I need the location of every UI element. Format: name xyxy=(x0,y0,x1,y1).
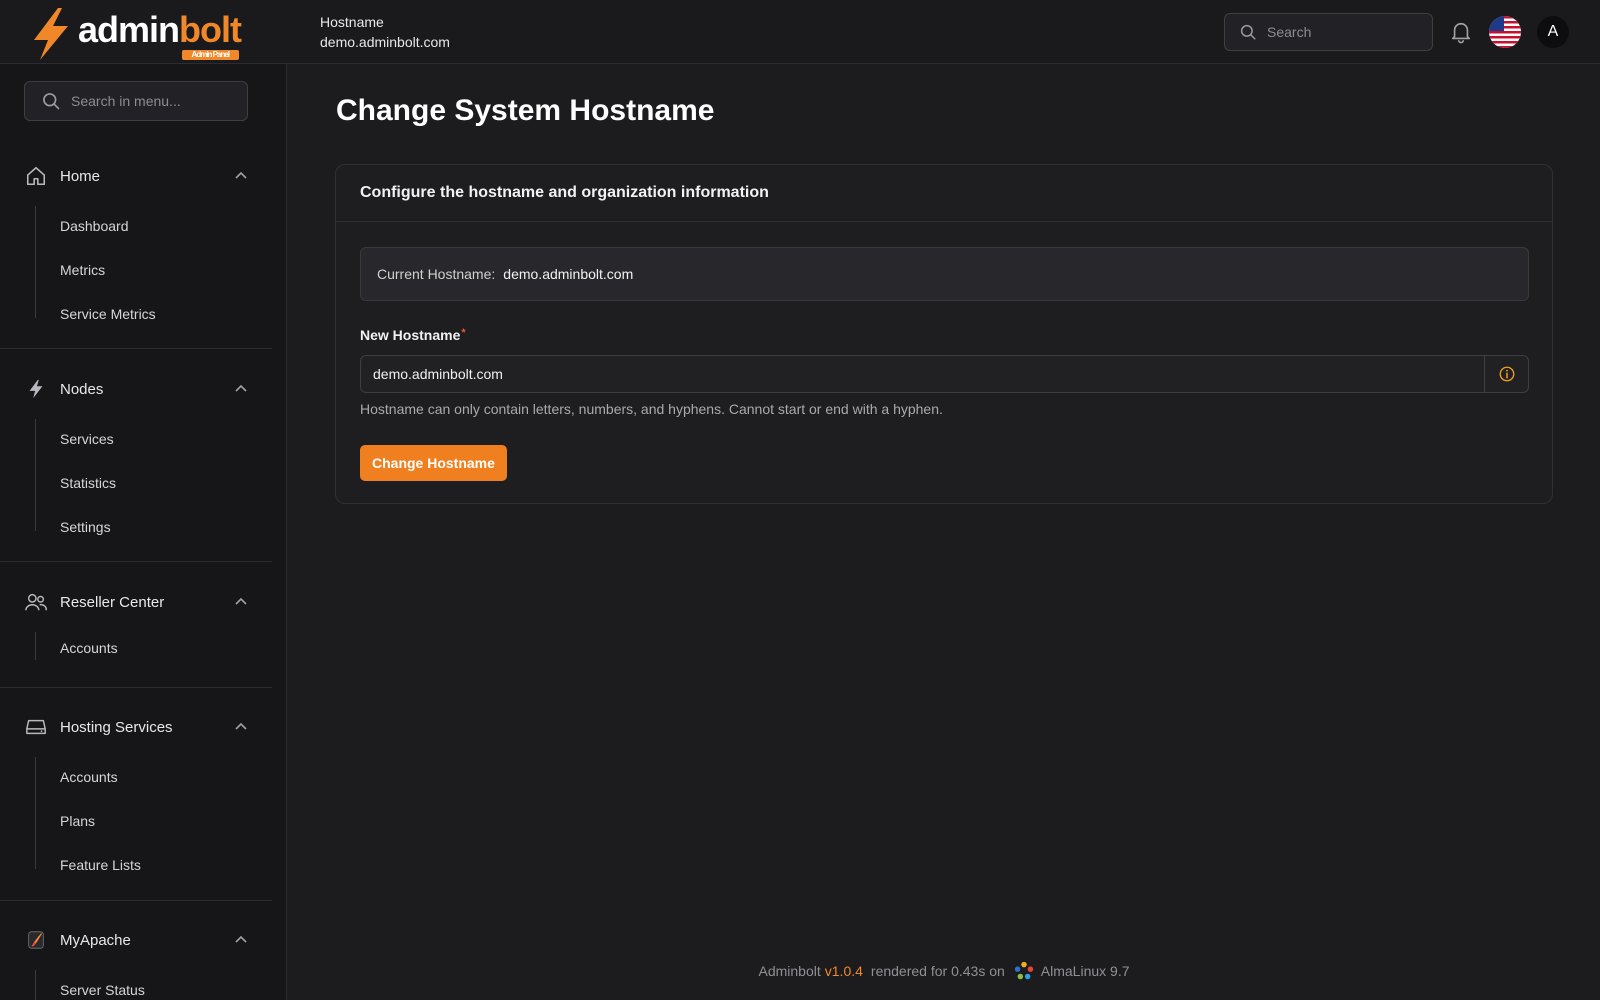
apache-feather-icon xyxy=(24,928,48,952)
search-icon xyxy=(43,93,60,110)
users-icon xyxy=(24,590,48,614)
avatar[interactable]: A xyxy=(1537,16,1569,48)
new-hostname-field xyxy=(360,355,1529,393)
nav-group-nodes-header[interactable]: Nodes xyxy=(24,375,248,403)
nav-tree-line xyxy=(35,206,36,318)
hostname-card: Configure the hostname and organization … xyxy=(335,164,1553,504)
current-hostname-label: Current Hostname: xyxy=(377,266,496,282)
sidebar-divider xyxy=(0,348,272,349)
chevron-up-icon[interactable] xyxy=(234,595,248,609)
header-context-value: demo.adminbolt.com xyxy=(320,34,450,50)
nav-tree-line xyxy=(35,970,36,1000)
header-context: Hostname demo.adminbolt.com xyxy=(320,12,450,52)
current-hostname-box: Current Hostname: demo.adminbolt.com xyxy=(360,247,1529,301)
sidebar-item-hosting-accounts[interactable]: Accounts xyxy=(60,767,118,787)
info-addon[interactable] xyxy=(1484,356,1528,392)
footer-brand: Adminbolt xyxy=(758,963,821,979)
sidebar-item-metrics[interactable]: Metrics xyxy=(60,260,105,280)
chevron-up-icon[interactable] xyxy=(234,720,248,734)
change-hostname-button[interactable]: Change Hostname xyxy=(360,445,507,481)
home-icon xyxy=(24,164,48,188)
sidebar-search-input[interactable] xyxy=(71,93,221,109)
bell-icon[interactable] xyxy=(1450,20,1472,44)
info-icon xyxy=(1499,366,1514,382)
sidebar-divider xyxy=(0,900,272,901)
sidebar-item-server-status[interactable]: Server Status xyxy=(60,980,145,1000)
brand-wordmark: adminbolt Admin Panel xyxy=(78,9,242,60)
nav-tree-line xyxy=(35,757,36,869)
sidebar-item-services[interactable]: Services xyxy=(60,429,114,449)
footer: Adminbolt v1.0.4 rendered for 0.43s on A… xyxy=(288,960,1600,982)
nav-tree-line xyxy=(35,419,36,531)
brand-badge: Admin Panel xyxy=(181,50,239,60)
bolt-logo-icon xyxy=(34,8,68,60)
new-hostname-label: New Hostname* xyxy=(360,327,466,343)
brand-name-part1: admin xyxy=(78,9,180,50)
nav-group-label: Home xyxy=(60,167,101,185)
global-search[interactable] xyxy=(1224,13,1433,51)
us-flag-icon[interactable] xyxy=(1489,16,1521,48)
card-heading: Configure the hostname and organization … xyxy=(336,165,1552,222)
chevron-up-icon[interactable] xyxy=(234,169,248,183)
top-bar: adminbolt Admin Panel Hostname demo.admi… xyxy=(0,0,1600,64)
sidebar: Home Dashboard Metrics Service Metrics N… xyxy=(0,64,287,1000)
new-hostname-input[interactable] xyxy=(361,356,1484,392)
sidebar-item-reseller-accounts[interactable]: Accounts xyxy=(60,638,118,658)
brand-logo[interactable]: adminbolt Admin Panel xyxy=(28,6,268,62)
sidebar-item-plans[interactable]: Plans xyxy=(60,811,95,831)
almalinux-icon xyxy=(1014,961,1033,980)
sidebar-item-statistics[interactable]: Statistics xyxy=(60,473,116,493)
nav-tree-line xyxy=(35,632,36,660)
header-context-label: Hostname xyxy=(320,14,384,30)
nav-group-label: Hosting Services xyxy=(60,718,173,736)
footer-os: AlmaLinux 9.7 xyxy=(1040,963,1130,979)
bolt-icon xyxy=(24,377,48,401)
server-icon xyxy=(24,715,48,739)
chevron-up-icon[interactable] xyxy=(234,382,248,396)
sidebar-divider xyxy=(0,561,272,562)
hostname-help-text: Hostname can only contain letters, numbe… xyxy=(360,401,943,417)
chevron-up-icon[interactable] xyxy=(234,933,248,947)
page-title: Change System Hostname xyxy=(336,94,715,127)
nav-group-home-header[interactable]: Home xyxy=(24,162,248,190)
new-hostname-label-text: New Hostname xyxy=(360,327,461,343)
sidebar-item-dashboard[interactable]: Dashboard xyxy=(60,216,129,236)
nav-group-label: MyApache xyxy=(60,931,131,949)
brand-name-part2: bolt xyxy=(179,9,242,50)
required-mark: * xyxy=(461,327,466,339)
sidebar-item-feature-lists[interactable]: Feature Lists xyxy=(60,855,141,875)
sidebar-item-settings[interactable]: Settings xyxy=(60,517,111,537)
footer-rendered: rendered for 0.43s on xyxy=(870,963,1005,979)
global-search-input[interactable] xyxy=(1267,24,1417,40)
nav-group-myapache-header[interactable]: MyApache xyxy=(24,926,248,954)
sidebar-divider xyxy=(0,687,272,688)
current-hostname-value: demo.adminbolt.com xyxy=(503,266,634,282)
footer-version[interactable]: v1.0.4 xyxy=(825,963,863,979)
search-icon xyxy=(1240,24,1256,40)
nav-group-reseller-center-header[interactable]: Reseller Center xyxy=(24,588,248,616)
sidebar-item-service-metrics[interactable]: Service Metrics xyxy=(60,304,156,324)
nav-group-hosting-services-header[interactable]: Hosting Services xyxy=(24,713,248,741)
nav-group-label: Nodes xyxy=(60,380,104,398)
nav-group-label: Reseller Center xyxy=(60,593,165,611)
sidebar-search[interactable] xyxy=(24,81,248,121)
